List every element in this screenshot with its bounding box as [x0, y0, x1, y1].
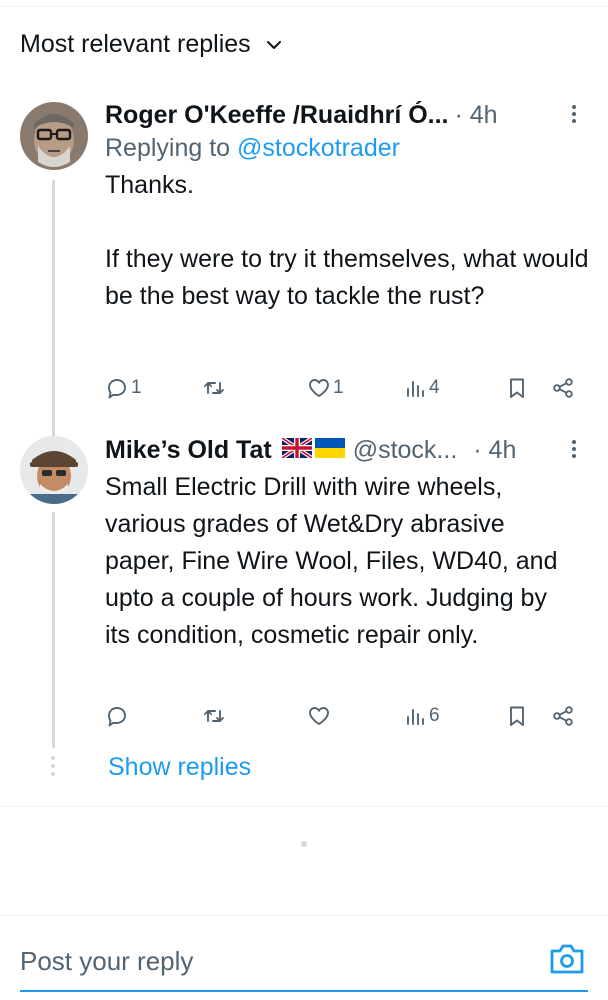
view-count: 6: [429, 705, 440, 726]
replying-prefix: Replying to: [105, 134, 238, 162]
section-divider: [0, 806, 608, 807]
camera-button[interactable]: [548, 940, 586, 978]
bookmark-button[interactable]: [505, 376, 529, 400]
replying-to-link[interactable]: @stockotrader: [237, 134, 400, 162]
views-icon: [407, 709, 424, 725]
repost-icon: [204, 382, 224, 394]
author-flags: [281, 438, 345, 458]
reply-button[interactable]: 1: [105, 376, 142, 400]
views-button[interactable]: 4: [403, 376, 440, 400]
reply-text: Small Electric Drill with wire wheels, v…: [105, 473, 558, 649]
composer-divider: [0, 915, 608, 916]
thread-line: [52, 512, 55, 748]
bookmark-button[interactable]: [505, 704, 529, 728]
replying-to: Replying to @stockotrader: [105, 134, 608, 163]
avatar[interactable]: [20, 436, 88, 504]
action-bar: 1 1 4: [105, 376, 583, 406]
timestamp[interactable]: · 4h: [473, 436, 516, 465]
more-icon[interactable]: [572, 101, 580, 127]
views-icon: [407, 381, 424, 397]
share-button[interactable]: [551, 704, 575, 728]
more-icon[interactable]: [572, 436, 580, 462]
like-button[interactable]: [307, 704, 333, 728]
repost-button[interactable]: [202, 704, 226, 728]
top-divider: [0, 6, 608, 7]
action-bar: 6: [105, 704, 583, 734]
views-button[interactable]: 6: [403, 704, 440, 728]
like-button[interactable]: 1: [307, 376, 344, 400]
repost-button[interactable]: [202, 376, 226, 400]
loading-indicator: [301, 841, 307, 847]
reply-button[interactable]: [105, 704, 131, 728]
share-icon: [553, 378, 573, 398]
composer-underline: [20, 990, 588, 992]
ukraine-flag-icon: [314, 438, 345, 458]
avatar[interactable]: [20, 102, 88, 170]
reply-icon: [108, 707, 126, 727]
like-icon: [309, 379, 329, 397]
share-icon: [553, 706, 573, 726]
sort-replies-dropdown[interactable]: Most relevant replies: [20, 30, 283, 59]
thread-continuation-dots: [51, 756, 56, 776]
like-count: 1: [333, 377, 344, 398]
show-replies-link[interactable]: Show replies: [108, 753, 251, 782]
chevron-down-icon: [265, 36, 283, 54]
view-count: 4: [429, 377, 440, 398]
author-handle[interactable]: @stock...: [353, 436, 458, 465]
bookmark-icon: [510, 706, 524, 726]
reply-item[interactable]: Roger O'Keeffe /Ruaidhrí Ó... · 4h Reply…: [105, 101, 608, 315]
reply-count: 1: [131, 377, 142, 398]
camera-icon: [550, 944, 584, 974]
reply-icon: [108, 379, 126, 399]
reply-item[interactable]: Mike’s Old Tat @stock... · 4h Small Elec…: [105, 436, 608, 654]
thread-line: [52, 180, 55, 442]
like-icon: [309, 707, 329, 725]
sort-label: Most relevant replies: [20, 30, 251, 58]
timestamp[interactable]: · 4h: [455, 101, 498, 130]
bookmark-icon: [510, 378, 524, 398]
share-button[interactable]: [551, 376, 575, 400]
author-name[interactable]: Mike’s Old Tat: [105, 436, 272, 465]
author-name[interactable]: Roger O'Keeffe /Ruaidhrí Ó...: [105, 101, 449, 130]
repost-icon: [204, 710, 224, 722]
reply-text: Thanks. If they were to try it themselve…: [105, 171, 589, 310]
reply-input[interactable]: [20, 940, 520, 982]
uk-flag-icon: [281, 438, 312, 458]
